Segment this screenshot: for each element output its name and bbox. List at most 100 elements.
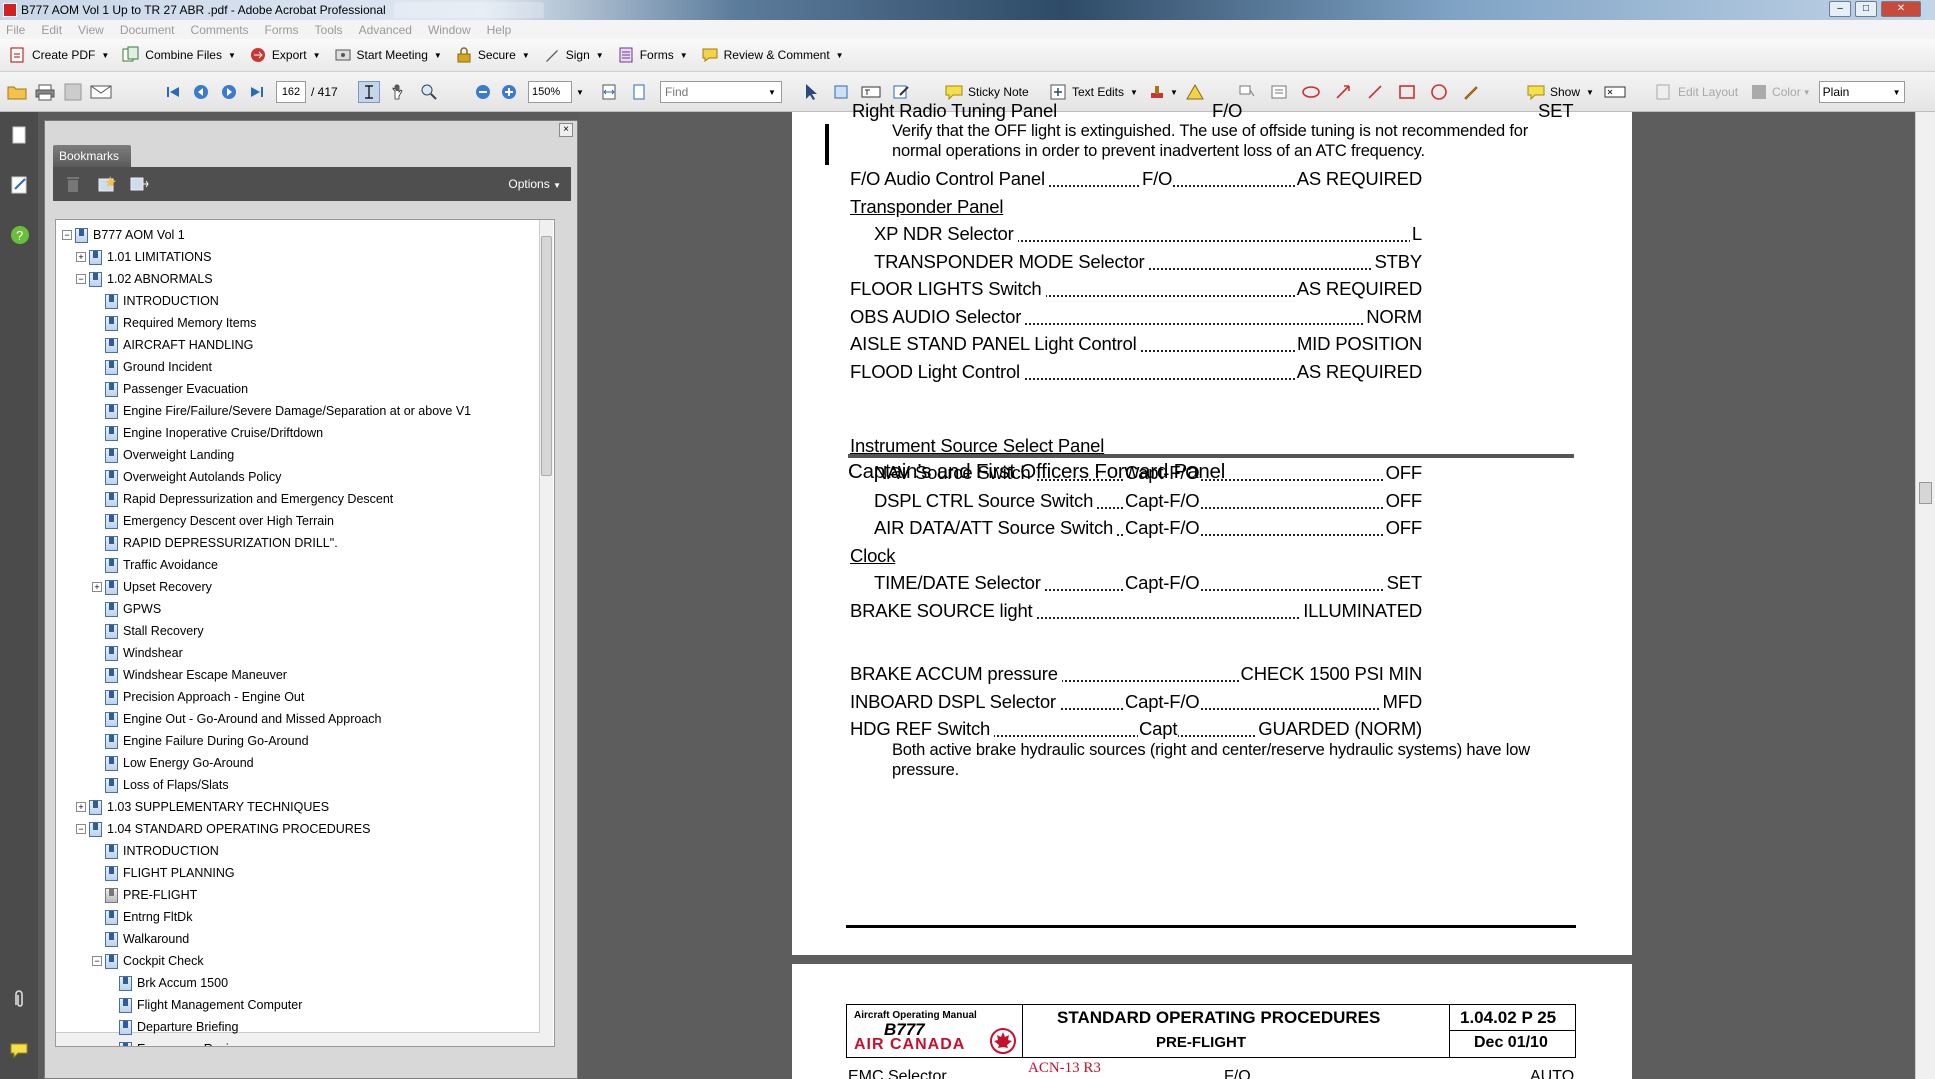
previous-page-icon[interactable] <box>190 81 212 103</box>
combine-files-button[interactable]: Combine Files ▼ <box>117 42 244 68</box>
minimize-button[interactable]: – <box>1829 1 1851 17</box>
collapse-icon[interactable]: − <box>76 824 86 834</box>
bookmarks-options-menu[interactable]: Options ▼ <box>508 177 561 191</box>
bookmark-item[interactable]: Engine Failure During Go-Around <box>92 730 309 752</box>
menu-advanced[interactable]: Advanced <box>359 23 412 37</box>
last-page-icon[interactable] <box>246 81 268 103</box>
bookmark-item[interactable]: − B777 AOM Vol 1 <box>62 224 185 246</box>
bookmark-item[interactable]: − 1.02 ABNORMALS <box>76 268 213 290</box>
bookmark-item[interactable]: Emergency Review <box>106 1038 245 1046</box>
text-box-icon[interactable] <box>1268 81 1290 103</box>
close-button[interactable]: ✕ <box>1881 1 1921 17</box>
find-input[interactable]: Find <box>660 81 782 103</box>
expand-icon[interactable]: + <box>76 252 86 262</box>
bookmark-item[interactable]: Entrng FltDk <box>92 906 192 928</box>
bookmark-item[interactable]: Loss of Flaps/Slats <box>92 774 229 796</box>
menu-file[interactable]: File <box>6 23 25 37</box>
bookmark-item[interactable]: Engine Out - Go-Around and Missed Approa… <box>92 708 381 730</box>
bookmark-item[interactable]: Rapid Depressurization and Emergency Des… <box>92 488 393 510</box>
bookmark-item[interactable]: Engine Fire/Failure/Severe Damage/Separa… <box>92 400 471 422</box>
attach-warning-icon[interactable] <box>1184 81 1206 103</box>
bookmark-item[interactable]: Brk Accum 1500 <box>106 972 228 994</box>
page-number-input[interactable]: 162 <box>276 81 306 103</box>
bookmarks-vertical-scrollbar[interactable] <box>539 220 553 1046</box>
email-icon[interactable] <box>90 81 112 103</box>
bookmark-item[interactable]: − 1.04 STANDARD OPERATING PROCEDURES <box>76 818 370 840</box>
comments-pane-icon[interactable] <box>9 1040 31 1062</box>
help-icon[interactable]: ? <box>9 224 31 246</box>
expand-icon[interactable]: + <box>92 582 102 592</box>
create-pdf-button[interactable]: Create PDF ▼ <box>4 42 117 68</box>
bookmark-item[interactable]: Stall Recovery <box>92 620 204 642</box>
bookmark-item[interactable]: INTRODUCTION <box>92 290 219 312</box>
sign-button[interactable]: Sign ▼ <box>538 42 612 68</box>
bookmark-item[interactable]: Traffic Avoidance <box>92 554 218 576</box>
attachments-icon[interactable] <box>9 988 31 1010</box>
bookmarks-tab[interactable]: Bookmarks <box>53 145 131 167</box>
menu-edit[interactable]: Edit <box>41 23 62 37</box>
stamp-icon[interactable] <box>1146 81 1168 103</box>
menu-forms[interactable]: Forms <box>265 23 299 37</box>
bookmark-item[interactable]: Overweight Autolands Policy <box>92 466 281 488</box>
panel-close-button[interactable]: × <box>559 123 573 137</box>
first-page-icon[interactable] <box>162 81 184 103</box>
bookmark-item[interactable]: GPWS <box>92 598 161 620</box>
expand-bookmark-icon[interactable] <box>129 175 149 193</box>
bookmark-item[interactable]: + Upset Recovery <box>92 576 212 598</box>
delete-bookmark-icon[interactable] <box>65 175 85 193</box>
crop-icon[interactable] <box>830 81 852 103</box>
bookmark-item[interactable]: PRE-FLIGHT <box>92 884 197 906</box>
bookmark-item[interactable]: Emergency Descent over High Terrain <box>92 510 334 532</box>
review-comment-button[interactable]: Review & Comment ▼ <box>696 42 852 68</box>
fit-page-icon[interactable] <box>628 81 650 103</box>
zoom-in-icon[interactable] <box>498 81 520 103</box>
text-edits-button[interactable]: Text Edits ▼ <box>1048 79 1138 105</box>
signatures-icon[interactable] <box>9 174 31 196</box>
bookmark-item[interactable]: FLIGHT PLANNING <box>92 862 235 884</box>
zoom-dropdown-icon[interactable]: ▼ <box>576 88 584 97</box>
bookmark-item[interactable]: Departure Briefing <box>106 1016 238 1038</box>
bookmark-item[interactable]: +1.03 SUPPLEMENTARY TECHNIQUES <box>76 796 329 818</box>
secure-button[interactable]: Secure ▼ <box>450 42 538 68</box>
collapse-icon[interactable]: − <box>92 956 102 966</box>
menu-view[interactable]: View <box>78 23 104 37</box>
bookmark-item[interactable]: Engine Inoperative Cruise/Driftdown <box>92 422 323 444</box>
cloud-icon[interactable] <box>1300 81 1322 103</box>
bookmark-item[interactable]: Walkaround <box>92 928 189 950</box>
line-icon[interactable] <box>1364 81 1386 103</box>
menu-tools[interactable]: Tools <box>315 23 343 37</box>
menu-document[interactable]: Document <box>120 23 175 37</box>
bookmark-item[interactable]: INTRODUCTION <box>92 840 219 862</box>
forms-button[interactable]: Forms ▼ <box>612 42 696 68</box>
fit-width-icon[interactable] <box>598 81 620 103</box>
collapse-icon[interactable]: − <box>76 274 86 284</box>
zoom-input[interactable]: 150% <box>528 81 572 103</box>
new-bookmark-icon[interactable] <box>97 175 117 193</box>
bookmark-item[interactable]: Windshear <box>92 642 183 664</box>
bookmark-item[interactable]: Precision Approach - Engine Out <box>92 686 304 708</box>
menu-help[interactable]: Help <box>487 23 512 37</box>
bookmark-item[interactable]: RAPID DEPRESSURIZATION DRILL". <box>92 532 338 554</box>
document-vertical-scrollbar[interactable] <box>1915 112 1935 1079</box>
menu-window[interactable]: Window <box>428 23 471 37</box>
form-field-icon[interactable] <box>1604 81 1626 103</box>
bookmark-item[interactable]: Windshear Escape Maneuver <box>92 664 287 686</box>
bookmark-item[interactable]: Passenger Evacuation <box>92 378 248 400</box>
rectangle-icon[interactable] <box>1396 81 1418 103</box>
oval-icon[interactable] <box>1428 81 1450 103</box>
select-tool-icon[interactable] <box>358 81 380 103</box>
collapse-icon[interactable]: − <box>62 230 72 240</box>
bookmark-item[interactable]: Low Energy Go-Around <box>92 752 254 774</box>
find-dropdown-icon[interactable]: ▼ <box>768 88 776 97</box>
open-folder-icon[interactable] <box>6 81 28 103</box>
export-button[interactable]: Export ▼ <box>244 42 329 68</box>
scrollbar-thumb[interactable] <box>541 236 552 476</box>
bookmark-item[interactable]: Flight Management Computer <box>106 994 302 1016</box>
bookmark-item[interactable]: Required Memory Items <box>92 312 256 334</box>
bookmark-item[interactable]: Overweight Landing <box>92 444 234 466</box>
arrow-icon[interactable] <box>1332 81 1354 103</box>
bookmark-item[interactable]: Ground Incident <box>92 356 212 378</box>
expand-icon[interactable]: + <box>76 802 86 812</box>
save-icon[interactable] <box>62 81 84 103</box>
pages-icon[interactable] <box>9 124 31 146</box>
